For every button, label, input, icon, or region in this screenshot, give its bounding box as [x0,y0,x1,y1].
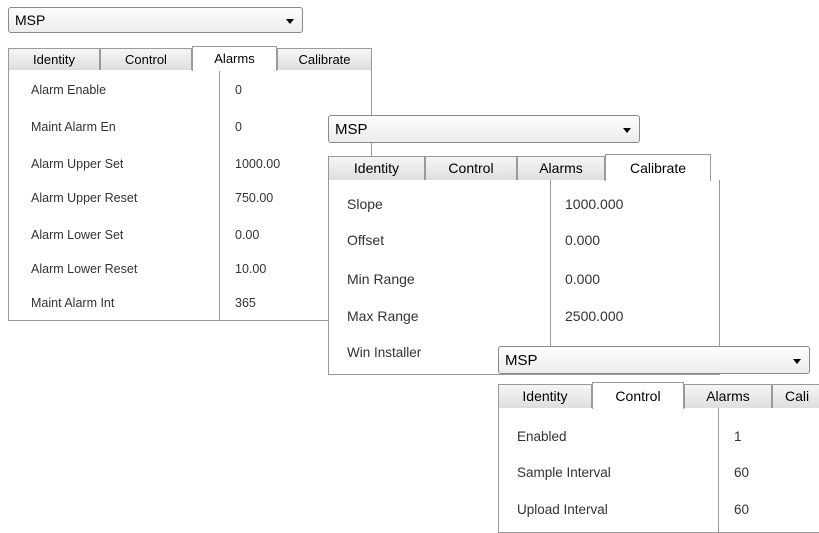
tab-identity[interactable]: Identity [328,156,425,180]
property-label: Upload Interval [517,502,608,517]
property-value[interactable]: 0.00 [235,228,259,242]
property-label: Maint Alarm En [31,120,116,134]
property-value[interactable]: 0.000 [565,271,600,287]
property-label: Max Range [347,308,419,324]
device-select[interactable]: MSP [498,346,810,374]
property-value[interactable]: 1000.000 [565,196,623,212]
tab-alarms[interactable]: Alarms [684,384,772,408]
property-label: Win Installer [347,345,422,360]
device-select-value: MSP [335,121,368,138]
tab-identity[interactable]: Identity [498,384,592,408]
property-value[interactable]: 0 [235,83,242,97]
property-label: Offset [347,232,385,248]
tab-bar: Identity Control Alarms Calibrate [8,46,372,71]
device-select-value: MSP [15,12,46,28]
tab-alarms[interactable]: Alarms [517,156,605,180]
column-divider [219,70,220,320]
chevron-down-icon[interactable] [623,128,631,133]
property-label: Maint Alarm Int [31,296,115,310]
property-value[interactable]: 1000.00 [235,157,280,171]
tab-calibrate[interactable]: Calibrate [277,48,372,70]
property-label: Alarm Upper Reset [31,191,138,205]
property-label: Slope [347,196,383,212]
tab-alarms[interactable]: Alarms [192,46,277,71]
property-label: Sample Interval [517,465,611,480]
properties-grid: Alarm Enable 0 Maint Alarm En 0 Alarm Up… [8,70,372,321]
property-label: Alarm Lower Set [31,228,124,242]
column-divider [550,180,551,374]
tab-control[interactable]: Control [425,156,517,180]
property-label: Enabled [517,429,567,444]
tab-bar: Identity Control Alarms Cali [498,382,819,409]
properties-grid: Enabled 1 Sample Interval 60 Upload Inte… [498,408,819,533]
property-label: Alarm Lower Reset [31,262,138,276]
property-label: Min Range [347,271,415,287]
property-value[interactable]: 750.00 [235,191,273,205]
property-value[interactable]: 0 [235,120,242,134]
property-value[interactable]: 60 [734,465,749,480]
property-value[interactable]: 10.00 [235,262,266,276]
tab-control[interactable]: Control [100,48,192,70]
tab-control[interactable]: Control [592,382,684,409]
chevron-down-icon[interactable] [286,19,294,24]
property-value[interactable]: 1 [734,429,742,444]
tab-identity[interactable]: Identity [8,48,100,70]
calibrate-panel: Slope 1000.000 Offset 0.000 Min Range 0.… [328,114,720,376]
device-select[interactable]: MSP [328,115,640,143]
device-select[interactable]: MSP [8,7,303,33]
chevron-down-icon[interactable] [793,359,801,364]
control-panel: MSP Identity Control Alarms Cali Enabled… [498,346,819,533]
alarms-panel: MSP Identity Control Alarms Calibrate Al… [0,0,380,330]
property-value[interactable]: 60 [734,502,749,517]
tab-calibrate[interactable]: Calibrate [605,154,711,181]
column-divider [718,408,719,532]
property-value[interactable]: 2500.000 [565,308,623,324]
property-value[interactable]: 0.000 [565,232,600,248]
tab-calibrate[interactable]: Cali [772,384,819,408]
property-label: Alarm Enable [31,83,107,97]
tab-bar: Identity Control Alarms Calibrate [328,154,720,181]
property-label: Alarm Upper Set [31,157,124,171]
property-value[interactable]: 365 [235,296,256,310]
device-select-value: MSP [505,352,538,369]
